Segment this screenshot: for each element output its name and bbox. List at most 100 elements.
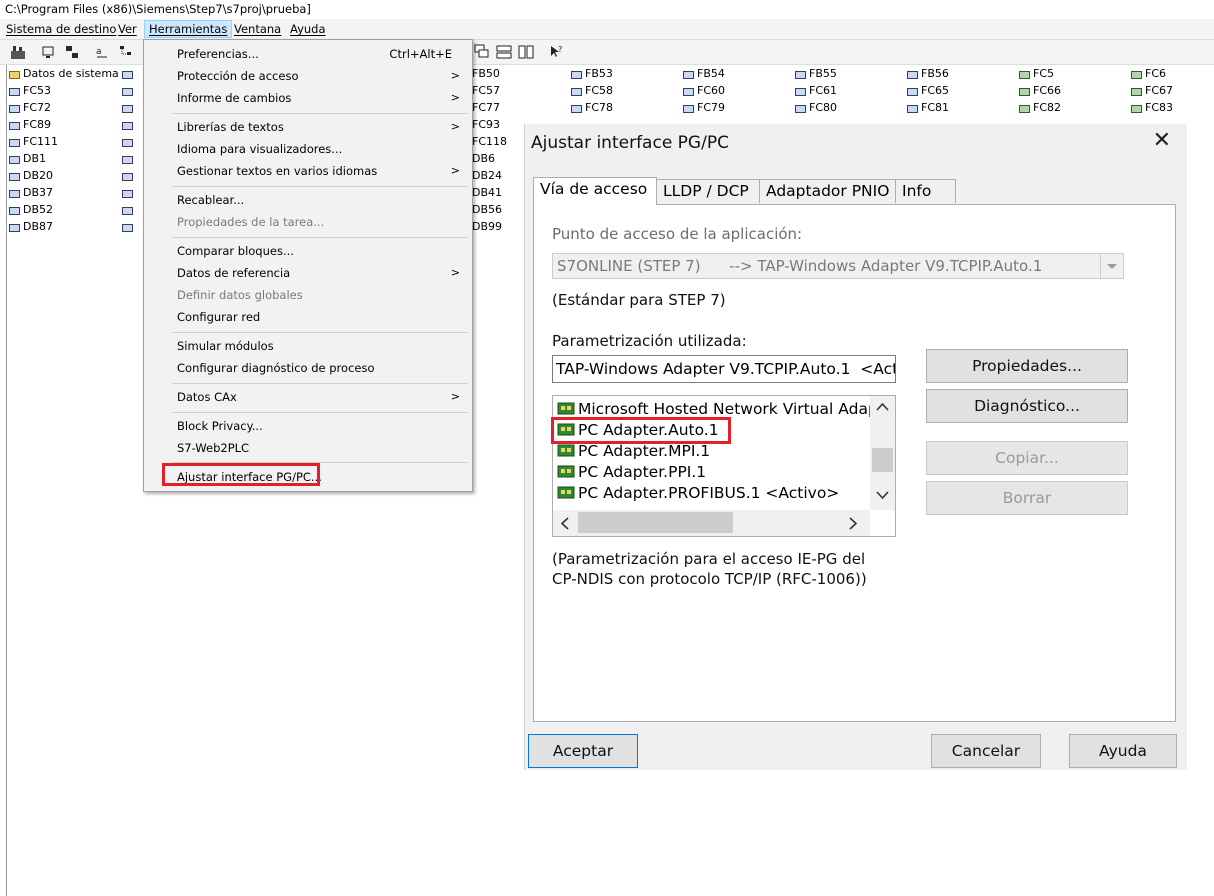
menu-item-comparar[interactable]: Comparar bloques... (177, 244, 294, 258)
block-item[interactable]: FC66 (1018, 84, 1061, 100)
param-field[interactable]: TAP-Windows Adapter V9.TCPIP.Auto.1 <Act… (552, 355, 896, 383)
block-item-partial[interactable] (121, 101, 136, 117)
network-icon[interactable] (64, 44, 80, 60)
diagnostico-button[interactable]: Diagnóstico... (926, 389, 1128, 423)
menu-item-datos-referencia[interactable]: Datos de referencia (177, 266, 290, 280)
monitor-icon[interactable] (40, 44, 56, 60)
block-item[interactable]: FC80 (794, 101, 837, 117)
symbol-icon[interactable]: a (94, 44, 110, 60)
block-item[interactable]: FC72 (8, 101, 51, 117)
block-item-partial[interactable] (121, 84, 136, 100)
aceptar-button[interactable]: Aceptar (528, 734, 638, 768)
block-item[interactable]: DB52 (8, 203, 53, 219)
block-item[interactable]: FC67 (1130, 84, 1173, 100)
accessible-nodes-icon[interactable] (10, 44, 26, 60)
vertical-scrollbar[interactable] (870, 396, 895, 510)
block-item[interactable]: FB54 (682, 67, 725, 83)
block-item[interactable]: FB53 (570, 67, 613, 83)
block-item-partial[interactable] (121, 169, 136, 185)
menu-item-idioma[interactable]: Idioma para visualizadores... (177, 142, 342, 156)
block-item-partial[interactable] (121, 220, 136, 236)
block-item[interactable]: FB56 (906, 67, 949, 83)
menu-item-block-privacy[interactable]: Block Privacy... (177, 419, 263, 433)
block-item[interactable]: DB37 (8, 186, 53, 202)
scroll-up-icon[interactable] (876, 402, 889, 411)
block-item[interactable]: FC81 (906, 101, 949, 117)
block-item[interactable]: FC111 (8, 135, 58, 151)
submenu-arrow-icon: > (450, 120, 460, 133)
block-label: Datos de sistema (23, 67, 119, 80)
menu-item-datos-cax[interactable]: Datos CAx (177, 390, 237, 404)
block-item[interactable]: FB55 (794, 67, 837, 83)
block-label: FC60 (697, 84, 726, 97)
scroll-right-icon[interactable] (849, 517, 858, 530)
menu-item-gestionar[interactable]: Gestionar textos en varios idiomas (177, 164, 377, 178)
tree-view-icon[interactable] (118, 44, 134, 60)
menu-item-informe[interactable]: Informe de cambios (177, 91, 291, 105)
block-label: FC79 (697, 101, 726, 114)
menu-herramientas[interactable]: Herramientas (144, 20, 233, 38)
block-item-partial[interactable] (121, 67, 136, 83)
scroll-thumb[interactable] (872, 448, 893, 472)
block-item[interactable]: FC5 (1018, 67, 1054, 83)
tab-adaptador-pnio[interactable]: Adaptador PNIO (759, 179, 896, 203)
block-item[interactable]: FC78 (570, 101, 613, 117)
menu-item-librerias[interactable]: Librerías de textos (177, 120, 284, 134)
block-item[interactable]: Datos de sistema (8, 67, 119, 83)
menu-separator (172, 383, 468, 384)
tile-horizontal-icon[interactable] (496, 44, 512, 60)
block-item[interactable]: FC58 (570, 84, 613, 100)
ayuda-button[interactable]: Ayuda (1069, 734, 1177, 768)
block-item-partial[interactable] (121, 203, 136, 219)
block-item-partial[interactable] (121, 135, 136, 151)
block-item[interactable]: FC79 (682, 101, 725, 117)
block-item-partial[interactable] (121, 118, 136, 134)
tile-vertical-icon[interactable] (518, 44, 534, 60)
block-item[interactable]: FC83 (1130, 101, 1173, 117)
propiedades-button[interactable]: Propiedades... (926, 349, 1128, 383)
block-item[interactable]: FC89 (8, 118, 51, 134)
list-item[interactable]: PC Adapter.PPI.1 (557, 463, 706, 484)
block-item[interactable]: FC6 (1130, 67, 1166, 83)
menu-item-proteccion[interactable]: Protección de acceso (177, 69, 298, 83)
block-icon (121, 189, 133, 198)
scroll-left-icon[interactable] (560, 517, 569, 530)
menu-item-configurar-red[interactable]: Configurar red (177, 310, 260, 324)
tab-via-de-acceso[interactable]: Vía de acceso (533, 177, 657, 205)
menu-sistema-destino[interactable]: Sistema de destino (6, 22, 116, 36)
block-item-partial[interactable] (121, 186, 136, 202)
help-pointer-icon[interactable]: ? (548, 44, 564, 60)
menu-item-simular[interactable]: Simular módulos (177, 339, 274, 353)
tab-lldp-dcp[interactable]: LLDP / DCP (656, 179, 760, 203)
horizontal-scrollbar[interactable] (553, 510, 870, 536)
block-item[interactable]: FC82 (1018, 101, 1061, 117)
tab-info[interactable]: Info (895, 179, 956, 203)
block-item[interactable]: FC60 (682, 84, 725, 100)
block-icon (121, 155, 133, 164)
list-item[interactable]: PC Adapter.PROFIBUS.1 <Activo> (557, 484, 839, 505)
cascade-windows-icon[interactable] (474, 44, 490, 60)
menu-item-recablear[interactable]: Recablear... (177, 193, 244, 207)
menu-item-web2plc[interactable]: S7-Web2PLC (177, 441, 249, 455)
cancelar-button[interactable]: Cancelar (931, 734, 1041, 768)
block-item[interactable]: DB1 (8, 152, 46, 168)
block-icon (906, 104, 918, 113)
menu-item-diagnostico-proceso[interactable]: Configurar diagnóstico de proceso (177, 361, 375, 375)
scroll-down-icon[interactable] (876, 491, 889, 500)
block-icon (682, 104, 694, 113)
block-item[interactable]: FC53 (8, 84, 51, 100)
menu-ayuda[interactable]: Ayuda (290, 22, 326, 36)
block-item[interactable]: DB20 (8, 169, 53, 185)
hscroll-thumb[interactable] (578, 512, 733, 533)
block-item[interactable]: FC61 (794, 84, 837, 100)
block-item-partial[interactable] (121, 152, 136, 168)
menu-ventana[interactable]: Ventana (234, 22, 281, 36)
list-item[interactable]: PC Adapter.MPI.1 (557, 442, 710, 463)
menu-ver[interactable]: Ver (118, 22, 137, 36)
block-item[interactable]: FC65 (906, 84, 949, 100)
submenu-arrow-icon: > (450, 164, 460, 177)
block-label: FB56 (921, 67, 949, 80)
menu-item-preferencias[interactable]: Preferencias... (177, 47, 259, 61)
block-item[interactable]: DB87 (8, 220, 53, 236)
close-icon[interactable]: ✕ (1153, 128, 1171, 153)
